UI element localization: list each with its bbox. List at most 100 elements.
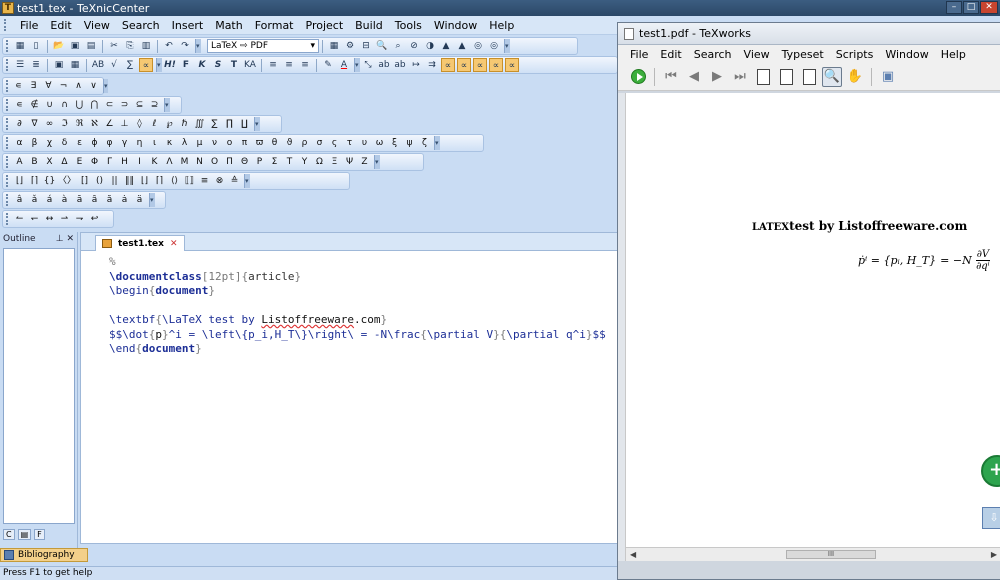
highlight-icon[interactable]: ✎ <box>321 58 335 72</box>
toolbar-overflow[interactable]: ▾ <box>354 58 360 72</box>
next-page-button[interactable]: ▶ <box>707 67 727 87</box>
symbol[interactable]: ↽ <box>28 212 41 226</box>
menu-tools[interactable]: Tools <box>389 19 428 32</box>
symbol[interactable]: ε <box>73 136 86 150</box>
sub-sym-5-icon[interactable]: ∝ <box>505 58 519 72</box>
forward-search-icon[interactable]: ⌕ <box>391 39 405 53</box>
pdf-viewer[interactable]: LATEXtest by Listoffreeware.com ṗⁱ = {pᵢ… <box>626 93 1000 547</box>
menu-search[interactable]: Search <box>116 19 166 32</box>
bullet-list-icon[interactable]: ☰ <box>13 58 27 72</box>
symbol[interactable]: ∩ <box>58 98 71 112</box>
new-file-icon[interactable]: ▯ <box>29 39 43 53</box>
symbol[interactable]: Ε <box>73 155 86 169</box>
open-icon[interactable]: 📂 <box>52 39 66 53</box>
tw-menu-scripts[interactable]: Scripts <box>830 48 880 61</box>
go-to-source-button[interactable]: ▣ <box>878 67 898 87</box>
symbol[interactable]: δ <box>58 136 71 150</box>
format-t-button[interactable]: T <box>227 58 241 72</box>
symbol[interactable]: ∑ <box>208 117 221 131</box>
symbol[interactable]: ℑ <box>58 117 71 131</box>
symbol[interactable]: ϑ <box>283 136 296 150</box>
symbol[interactable]: ℘ <box>163 117 176 131</box>
symbol[interactable]: Σ <box>268 155 281 169</box>
symbol[interactable]: τ <box>343 136 356 150</box>
symbol[interactable]: ⋃ <box>73 98 86 112</box>
tw-menu-help[interactable]: Help <box>935 48 972 61</box>
clean-icon[interactable]: ⊟ <box>359 39 373 53</box>
format-s-button[interactable]: S <box>211 58 225 72</box>
symbol[interactable]: ∇ <box>28 117 41 131</box>
view-output-icon[interactable]: 🔍 <box>375 39 389 53</box>
symbol[interactable]: Λ <box>163 155 176 169</box>
symbol[interactable]: à <box>58 193 71 207</box>
symbol[interactable]: [] <box>78 174 91 188</box>
symbol[interactable]: υ <box>358 136 371 150</box>
minimize-button[interactable]: – <box>946 1 962 14</box>
paste-icon[interactable]: ▥ <box>139 39 153 53</box>
error-icon[interactable]: ▲ <box>455 39 469 53</box>
symbol[interactable]: ä <box>133 193 146 207</box>
symbol[interactable]: ι <box>148 136 161 150</box>
copy-icon[interactable]: ⎘ <box>123 39 137 53</box>
tw-menu-view[interactable]: View <box>738 48 776 61</box>
prev-page-button[interactable]: ◀ <box>684 67 704 87</box>
symbol[interactable]: ȃ <box>88 193 101 207</box>
symbol[interactable]: ∊ <box>12 79 25 93</box>
symbol[interactable]: Β <box>28 155 41 169</box>
symbol[interactable]: Ω <box>313 155 326 169</box>
symbol[interactable]: ⊇ <box>148 98 161 112</box>
symbol[interactable]: γ <box>118 136 131 150</box>
symbol[interactable]: ↼ <box>13 212 26 226</box>
tw-menu-edit[interactable]: Edit <box>654 48 687 61</box>
menu-insert[interactable]: Insert <box>166 19 210 32</box>
symbol[interactable]: ρ <box>298 136 311 150</box>
symbol[interactable]: κ <box>163 136 176 150</box>
menu-math[interactable]: Math <box>209 19 249 32</box>
symbol[interactable]: ℓ <box>148 117 161 131</box>
toolbar-overflow[interactable]: ▾ <box>434 136 440 150</box>
symbol[interactable]: Χ <box>43 155 56 169</box>
toolbar-overflow[interactable]: ▾ <box>244 174 251 188</box>
scroll-left-icon[interactable]: ◀ <box>630 550 636 559</box>
symbol[interactable]: π <box>238 136 251 150</box>
menu-view[interactable]: View <box>78 19 116 32</box>
symbol[interactable]: ∂ <box>13 117 26 131</box>
toolbar-overflow[interactable]: ▾ <box>195 39 201 53</box>
symbol[interactable]: ∃ <box>27 79 40 93</box>
tw-menu-search[interactable]: Search <box>688 48 738 61</box>
symbol[interactable]: ≡ <box>198 174 211 188</box>
symbol[interactable]: ∧ <box>72 79 85 93</box>
format-h-button[interactable]: H! <box>163 58 177 72</box>
symbol[interactable]: ⋂ <box>88 98 101 112</box>
arrow2-sym-icon[interactable]: ↦ <box>409 58 423 72</box>
symbol[interactable]: ⊗ <box>213 174 226 188</box>
symbol[interactable]: Ψ <box>343 155 356 169</box>
math-mode-icon[interactable]: ∝ <box>139 58 153 72</box>
symbol[interactable]: ‖‖ <box>123 174 136 188</box>
symbol[interactable]: ∏ <box>223 117 236 131</box>
toolbar-overflow[interactable]: ▾ <box>103 79 108 93</box>
symbol[interactable]: ν <box>208 136 221 150</box>
symbol[interactable]: λ <box>178 136 191 150</box>
format-ka-button[interactable]: KA <box>243 58 257 72</box>
figure-icon[interactable]: ▣ <box>52 58 66 72</box>
symbol[interactable]: () <box>93 174 106 188</box>
symbol[interactable]: ∪ <box>43 98 56 112</box>
align-right-icon[interactable]: ≡ <box>298 58 312 72</box>
tab-test1-tex[interactable]: test1.tex ✕ <box>95 235 185 251</box>
symbol[interactable]: Η <box>118 155 131 169</box>
sqrt-icon[interactable]: √ <box>107 58 121 72</box>
symbol[interactable]: Π <box>223 155 236 169</box>
symbol[interactable]: 〈〉 <box>58 174 76 188</box>
fit-width-button[interactable] <box>776 67 796 87</box>
menu-help[interactable]: Help <box>483 19 520 32</box>
symbol[interactable]: Α <box>13 155 26 169</box>
symbol[interactable]: ℜ <box>73 117 86 131</box>
symbol[interactable]: ξ <box>388 136 401 150</box>
symbol[interactable]: ↔ <box>43 212 56 226</box>
menu-project[interactable]: Project <box>300 19 350 32</box>
symbol[interactable]: Υ <box>298 155 311 169</box>
menu-format[interactable]: Format <box>249 19 300 32</box>
symbol[interactable]: Δ <box>58 155 71 169</box>
abbrev-icon[interactable]: AB <box>91 58 105 72</box>
